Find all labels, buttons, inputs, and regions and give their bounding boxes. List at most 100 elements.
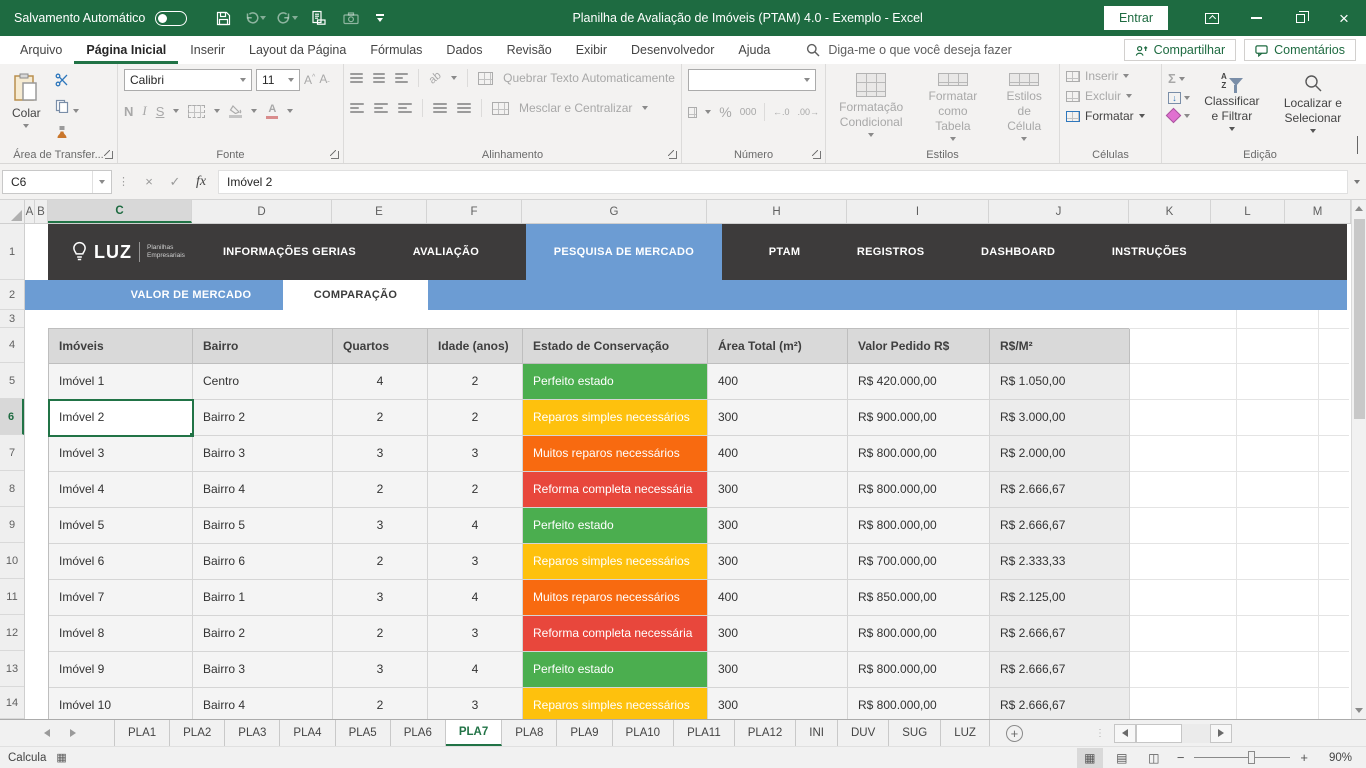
vertical-scrollbar[interactable]: [1351, 200, 1366, 719]
cell[interactable]: Bairro 3: [193, 652, 333, 688]
cell[interactable]: 300: [708, 652, 848, 688]
cell[interactable]: Imóvel 1: [49, 364, 193, 400]
cell[interactable]: 2: [428, 364, 523, 400]
cell[interactable]: Muitos reparos necessários: [523, 436, 708, 472]
align-bottom-icon[interactable]: [395, 73, 408, 83]
cell[interactable]: R$ 2.666,67: [990, 688, 1130, 719]
column-header-m[interactable]: M: [1285, 200, 1351, 223]
format-as-table-button[interactable]: Formatar como Tabela: [916, 69, 989, 145]
font-size-combo[interactable]: 11: [256, 69, 300, 91]
ribbon-tab-f-rmulas[interactable]: Fórmulas: [358, 36, 434, 64]
cell[interactable]: Perfeito estado: [523, 364, 708, 400]
zoom-in-icon[interactable]: +: [1296, 750, 1312, 765]
ribbon-tab-desenvolvedor[interactable]: Desenvolvedor: [619, 36, 726, 64]
close-button[interactable]: ×: [1322, 0, 1366, 36]
cell[interactable]: 3: [428, 688, 523, 719]
cell[interactable]: Reparos simples necessários: [523, 688, 708, 719]
sheet-tab-pla11[interactable]: PLA11: [674, 720, 735, 746]
cell[interactable]: R$ 2.333,33: [990, 544, 1130, 580]
nav-item-avalia-o[interactable]: AVALIAÇÃO: [403, 224, 489, 280]
cell[interactable]: Imóvel 9: [49, 652, 193, 688]
scroll-up-icon[interactable]: [1352, 200, 1366, 217]
ribbon-tab-ajuda[interactable]: Ajuda: [726, 36, 782, 64]
cell[interactable]: R$ 800.000,00: [848, 688, 990, 719]
row-header-14[interactable]: 14: [0, 687, 24, 719]
cell[interactable]: R$ 800.000,00: [848, 616, 990, 652]
nav-item-registros[interactable]: REGISTROS: [847, 224, 935, 280]
cell[interactable]: 3: [428, 436, 523, 472]
sheet-tab-pla7[interactable]: PLA7: [446, 720, 502, 746]
sort-filter-button[interactable]: AZ Classificar e Filtrar: [1198, 69, 1266, 145]
sheet-nav-left-icon[interactable]: [34, 729, 60, 737]
column-header-k[interactable]: K: [1129, 200, 1211, 223]
row-header-3[interactable]: 3: [0, 310, 24, 328]
font-name-combo[interactable]: Calibri: [124, 69, 252, 91]
cell[interactable]: Perfeito estado: [523, 652, 708, 688]
borders-icon[interactable]: [188, 105, 205, 118]
cell[interactable]: R$ 800.000,00: [848, 508, 990, 544]
cell[interactable]: Bairro 5: [193, 508, 333, 544]
increase-decimal-icon[interactable]: ←.0: [773, 107, 790, 117]
cell[interactable]: 400: [708, 580, 848, 616]
delete-cells-label[interactable]: Excluir: [1085, 89, 1121, 103]
zoom-slider[interactable]: [1194, 757, 1290, 758]
cell[interactable]: 2: [333, 472, 428, 508]
column-header-g[interactable]: G: [522, 200, 707, 223]
cell[interactable]: 300: [708, 616, 848, 652]
column-header-c[interactable]: C: [48, 200, 192, 223]
nav-item-pesquisa-de-mercado[interactable]: PESQUISA DE MERCADO: [526, 224, 722, 280]
nav-item-ptam[interactable]: PTAM: [759, 224, 811, 280]
column-header-e[interactable]: E: [332, 200, 427, 223]
sign-in-button[interactable]: Entrar: [1104, 6, 1168, 30]
cell[interactable]: 3: [333, 436, 428, 472]
row-header-11[interactable]: 11: [0, 579, 24, 615]
print-preview-icon[interactable]: [305, 5, 333, 31]
ribbon-tab-revis-o[interactable]: Revisão: [495, 36, 564, 64]
nav-item-dashboard[interactable]: DASHBOARD: [971, 224, 1065, 280]
comments-button[interactable]: Comentários: [1244, 39, 1356, 61]
undo-icon[interactable]: [241, 5, 269, 31]
cell[interactable]: Bairro 3: [193, 436, 333, 472]
sheet-tab-pla3[interactable]: PLA3: [225, 720, 280, 746]
row-header-8[interactable]: 8: [0, 471, 24, 507]
cell-styles-button[interactable]: Estilos de Célula: [995, 69, 1053, 145]
cut-icon[interactable]: [55, 73, 79, 92]
merge-center-label[interactable]: Mesclar e Centralizar: [519, 101, 632, 115]
scroll-right-icon[interactable]: [1210, 724, 1232, 743]
nav-item-informa-es-gerias[interactable]: INFORMAÇÕES GERIAS: [213, 224, 366, 280]
sheet-tab-ini[interactable]: INI: [796, 720, 838, 746]
cell[interactable]: Imóvel 3: [49, 436, 193, 472]
row-header-7[interactable]: 7: [0, 435, 24, 471]
formula-input[interactable]: Imóvel 2: [218, 170, 1348, 194]
cell[interactable]: 4: [428, 652, 523, 688]
cell[interactable]: Bairro 1: [193, 580, 333, 616]
cell[interactable]: Bairro 4: [193, 472, 333, 508]
align-center-icon[interactable]: [374, 103, 388, 113]
cell[interactable]: 400: [708, 436, 848, 472]
macro-record-icon[interactable]: ▦: [56, 751, 66, 764]
ribbon-display-options-icon[interactable]: [1190, 0, 1234, 36]
decrease-indent-icon[interactable]: [433, 103, 447, 113]
cell[interactable]: Imóvel 10: [49, 688, 193, 719]
cell[interactable]: Perfeito estado: [523, 508, 708, 544]
cell[interactable]: Imóvel 2: [49, 400, 193, 436]
cell[interactable]: 4: [428, 508, 523, 544]
cell[interactable]: 2: [333, 400, 428, 436]
cell[interactable]: 4: [333, 364, 428, 400]
cell[interactable]: 3: [333, 652, 428, 688]
format-cells-label[interactable]: Formatar: [1085, 109, 1134, 123]
sheet-tab-sug[interactable]: SUG: [889, 720, 941, 746]
cell[interactable]: 300: [708, 544, 848, 580]
nav-item-instru-es[interactable]: INSTRUÇÕES: [1102, 224, 1197, 280]
sheet-tab-pla5[interactable]: PLA5: [336, 720, 391, 746]
align-left-icon[interactable]: [350, 103, 364, 113]
cell[interactable]: 2: [333, 616, 428, 652]
cell[interactable]: R$ 2.125,00: [990, 580, 1130, 616]
customize-qat-icon[interactable]: [369, 5, 391, 31]
cell[interactable]: 300: [708, 400, 848, 436]
shrink-font-icon[interactable]: Aˇ: [319, 72, 329, 88]
column-header-i[interactable]: I: [847, 200, 989, 223]
fill-button[interactable]: ↓: [1168, 92, 1190, 104]
cell[interactable]: R$ 800.000,00: [848, 652, 990, 688]
cell[interactable]: Bairro 6: [193, 544, 333, 580]
